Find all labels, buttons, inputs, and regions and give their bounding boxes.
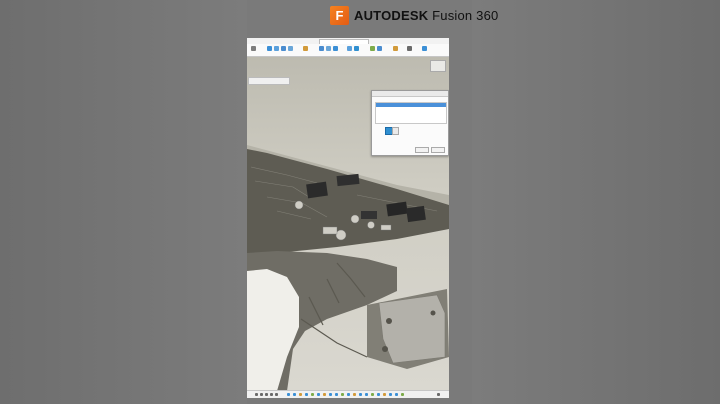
- timeline-feature-icon[interactable]: [305, 393, 308, 396]
- casing-cutout: [247, 269, 299, 391]
- connector-block: [406, 205, 426, 223]
- screw-hole: [430, 310, 436, 316]
- extrude-icon[interactable]: [274, 46, 279, 51]
- command-dialog: [371, 90, 449, 156]
- screw-hole: [386, 318, 392, 324]
- settings-gear-icon[interactable]: [437, 393, 440, 396]
- brand-name-autodesk: AUTODESK: [354, 7, 429, 23]
- brand-title: AUTODESK Fusion 360: [354, 8, 498, 23]
- cancel-button[interactable]: [431, 147, 445, 153]
- timeline-feature-icon[interactable]: [293, 393, 296, 396]
- brand-name-product: Fusion 360: [432, 7, 499, 23]
- timeline-feature-icon[interactable]: [311, 393, 314, 396]
- timeline-feature-icon[interactable]: [335, 393, 338, 396]
- 3d-viewport[interactable]: [247, 57, 449, 391]
- timeline-feature-icon[interactable]: [377, 393, 380, 396]
- viewcube[interactable]: [430, 60, 446, 72]
- fusion-logo-icon: F: [330, 5, 349, 25]
- screw-hole: [382, 346, 388, 352]
- timeline-end-icon[interactable]: [275, 393, 278, 396]
- timeline-feature-icon[interactable]: [365, 393, 368, 396]
- connector-block: [361, 211, 377, 219]
- video-letterbox-left: [0, 0, 247, 404]
- design-workspace-icon[interactable]: [251, 46, 256, 51]
- timeline-bar: [247, 390, 449, 398]
- select-filter-icon[interactable]: [422, 46, 427, 51]
- timeline-feature-icon[interactable]: [287, 393, 290, 396]
- timeline-feature-icon[interactable]: [389, 393, 392, 396]
- timeline-feature-icon[interactable]: [395, 393, 398, 396]
- ok-button[interactable]: [415, 147, 429, 153]
- dialog-table-header: [376, 103, 446, 107]
- timeline-feature-icon[interactable]: [329, 393, 332, 396]
- browser-panel[interactable]: [248, 77, 290, 85]
- select-icon[interactable]: [377, 46, 382, 51]
- timeline-prev-icon[interactable]: [260, 393, 263, 396]
- create-form-icon[interactable]: [288, 46, 293, 51]
- video-letterbox-right: [472, 0, 720, 404]
- add-ins-icon[interactable]: [407, 46, 412, 51]
- create-sketch-icon[interactable]: [267, 46, 272, 51]
- toolbar-ribbon: [247, 44, 449, 57]
- timeline-start-icon[interactable]: [255, 393, 258, 396]
- timeline-play-icon[interactable]: [265, 393, 268, 396]
- joint-icon[interactable]: [326, 46, 331, 51]
- pcb-board: [247, 149, 449, 255]
- timeline-feature-icon[interactable]: [323, 393, 326, 396]
- timeline-feature-icon[interactable]: [401, 393, 404, 396]
- timeline-feature-icon[interactable]: [371, 393, 374, 396]
- construct-plane-icon[interactable]: [333, 46, 338, 51]
- dialog-title: [372, 91, 448, 97]
- timeline-feature-icon[interactable]: [353, 393, 356, 396]
- revolve-icon[interactable]: [281, 46, 286, 51]
- modify-icon[interactable]: [303, 46, 308, 51]
- dialog-selection-table[interactable]: [375, 102, 447, 124]
- timeline-feature-icon[interactable]: [341, 393, 344, 396]
- dialog-buttons: [415, 147, 445, 153]
- timeline-next-icon[interactable]: [270, 393, 273, 396]
- timeline-feature-icon[interactable]: [347, 393, 350, 396]
- make-icon[interactable]: [393, 46, 398, 51]
- timeline-feature-icon[interactable]: [383, 393, 386, 396]
- timeline-feature-icon[interactable]: [299, 393, 302, 396]
- inspect-icon[interactable]: [347, 46, 352, 51]
- autodesk-fusion-branding: F AUTODESK Fusion 360: [330, 5, 498, 25]
- assemble-icon[interactable]: [319, 46, 324, 51]
- timeline-feature-icon[interactable]: [317, 393, 320, 396]
- timeline-feature-icon[interactable]: [359, 393, 362, 396]
- mount-boss: [378, 294, 446, 364]
- measure-icon[interactable]: [354, 46, 359, 51]
- insert-icon[interactable]: [370, 46, 375, 51]
- fusion-app-window: [247, 38, 449, 398]
- connector-block: [306, 181, 328, 199]
- clear-selection-icon[interactable]: [392, 127, 399, 135]
